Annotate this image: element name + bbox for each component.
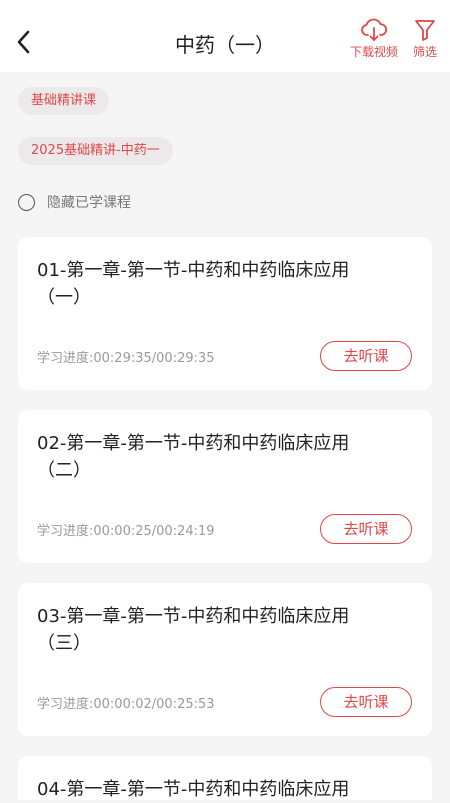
- lesson-card[interactable]: 01-第一章-第一节-中药和中药临床应用（一） 学习进度:00:29:35/00…: [18, 237, 432, 390]
- lesson-progress: 学习进度:00:29:35/00:29:35: [37, 351, 215, 366]
- course-category-chip[interactable]: 基础精讲课: [18, 87, 110, 115]
- lesson-title: 03-第一章-第一节-中药和中药临床应用（三）: [37, 606, 350, 654]
- filter-label: 筛选: [412, 45, 437, 59]
- filter-button[interactable]: 筛选: [408, 18, 442, 60]
- listen-button[interactable]: 去听课: [320, 514, 412, 544]
- hide-learned-label: 隐藏已学课程: [47, 195, 131, 211]
- listen-button[interactable]: 去听课: [320, 341, 412, 371]
- lesson-title: 01-第一章-第一节-中药和中药临床应用（一）: [37, 260, 350, 308]
- filter-icon: [415, 20, 435, 41]
- download-video-label: 下载视频: [349, 45, 398, 59]
- lesson-progress: 学习进度:00:00:25/00:24:19: [37, 524, 215, 539]
- lesson-card[interactable]: 02-第一章-第一节-中药和中药临床应用（二） 学习进度:00:00:25/00…: [18, 410, 432, 563]
- radio-icon[interactable]: [18, 193, 35, 211]
- course-subcategory-chip[interactable]: 2025基础精讲-中药一: [18, 137, 173, 165]
- download-video-button[interactable]: 下载视频: [348, 18, 400, 60]
- lesson-title: 02-第一章-第一节-中药和中药临床应用（二）: [37, 433, 350, 481]
- hide-learned-toggle[interactable]: 隐藏已学课程: [18, 192, 131, 212]
- top-bar: 中药（一） 下载视频 筛选: [0, 0, 450, 72]
- lesson-title: 04-第一章-第一节-中药和中药临床应用: [37, 779, 350, 800]
- listen-button[interactable]: 去听课: [320, 687, 412, 717]
- lesson-card[interactable]: 04-第一章-第一节-中药和中药临床应用: [18, 756, 432, 800]
- lesson-card[interactable]: 03-第一章-第一节-中药和中药临床应用（三） 学习进度:00:00:02/00…: [18, 583, 432, 736]
- cloud-download-icon: [361, 18, 388, 41]
- lesson-progress: 学习进度:00:00:02/00:25:53: [37, 697, 215, 712]
